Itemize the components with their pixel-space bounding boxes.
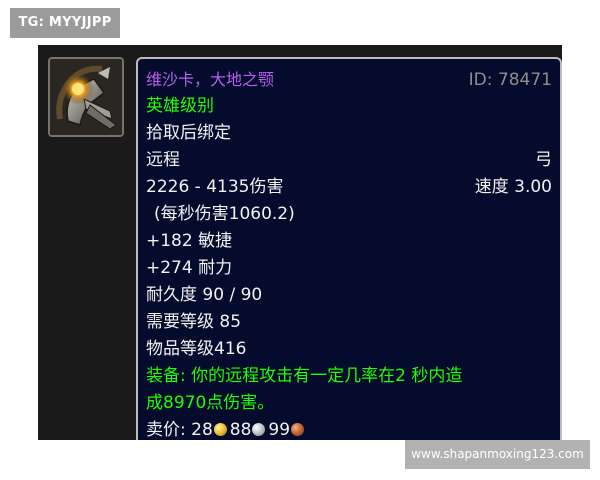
- copper-coin-icon: [291, 423, 305, 436]
- watermark-tag: TG: MYYJJPP: [10, 8, 120, 38]
- item-equip-effect-line1: 装备: 你的远程攻击有一定几率在2 秒内造: [146, 366, 463, 386]
- item-slot: 远程: [146, 150, 180, 170]
- item-stat-agility: +182 敏捷: [146, 231, 233, 251]
- item-dps: (每秒伤害1060.2): [154, 204, 295, 224]
- item-required-level: 需要等级 85: [146, 312, 242, 332]
- item-equip-effect-line2: 成8970点伤害。: [146, 393, 275, 413]
- silver-coin-icon: [252, 423, 266, 436]
- item-durability: 耐久度 90 / 90: [146, 285, 263, 305]
- item-binding: 拾取后绑定: [146, 123, 231, 143]
- sell-silver-value: 88: [229, 420, 252, 440]
- item-name: 维沙卡，大地之颚: [146, 70, 275, 89]
- sell-price-label: 卖价:: [146, 420, 192, 440]
- item-sell-price: 卖价: 28 88 99: [146, 420, 307, 440]
- item-damage: 2226 - 4135伤害: [146, 177, 284, 197]
- item-difficulty: 英雄级别: [146, 96, 214, 116]
- sell-gold-value: 28: [191, 420, 213, 440]
- item-stat-stamina: +274 耐力: [146, 258, 233, 278]
- gold-coin-icon: [213, 423, 227, 436]
- item-level: 物品等级416: [146, 339, 247, 359]
- item-weapon-type: 弓: [535, 150, 552, 170]
- item-id: ID: 78471: [468, 70, 552, 90]
- item-speed: 速度 3.00: [474, 177, 552, 197]
- sell-copper-value: 99: [268, 420, 291, 440]
- watermark-url: www.shapanmoxing123.com: [405, 440, 590, 469]
- item-tooltip: 维沙卡，大地之颚 ID: 78471 英雄级别 拾取后绑定 远程 弓 2226 …: [136, 57, 562, 440]
- item-icon[interactable]: [48, 57, 124, 137]
- crossbow-weapon-icon: [50, 59, 122, 135]
